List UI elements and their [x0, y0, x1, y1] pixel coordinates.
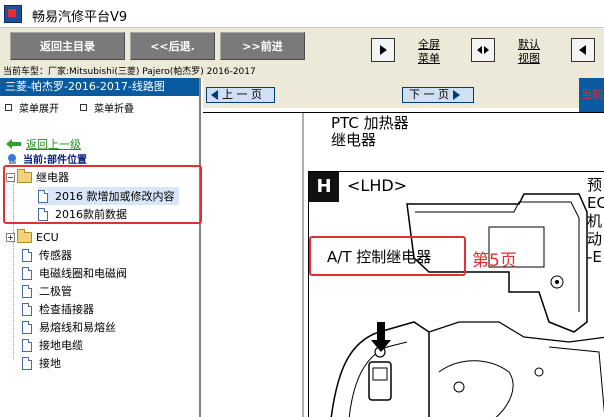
green-back-arrow-icon — [6, 139, 21, 149]
document-icon — [22, 284, 32, 298]
current-location-label: 当前:部件位置 — [23, 155, 87, 166]
tree-node-check-connectors[interactable]: 检查插接器 — [22, 300, 94, 318]
expand-plus-icon[interactable]: + — [6, 232, 15, 242]
fullscreen-toggle-button[interactable] — [371, 38, 395, 62]
component-location-figure: H <LHD> 预 EC 机 动 -E A/T 控制继电器 第5页 — [308, 171, 604, 417]
previous-page-label: 上 一 页 — [222, 88, 262, 101]
menu-expand-button[interactable]: 菜单展开 — [5, 100, 59, 115]
tree-node-ecu[interactable]: + ECU — [6, 228, 59, 246]
next-page-button[interactable]: 下 一 页 — [402, 87, 474, 103]
back-button[interactable]: <<后退. — [130, 32, 215, 60]
menu-expand-label: 菜单展开 — [19, 104, 59, 115]
menu-collapse-label: 菜单折叠 — [94, 104, 134, 115]
tree-node-label: 检查插接器 — [39, 303, 94, 316]
collapse-square-icon — [80, 104, 87, 111]
forward-button[interactable]: >>前进 — [220, 32, 305, 60]
previous-page-button[interactable]: 上 一 页 — [206, 87, 275, 103]
default-view-link-line1: 默认 — [518, 38, 540, 51]
document-viewer: 上 一 页 下 一 页 当前 PTC 加热器 继电器 H <LHD> 预 E 机… — [203, 78, 604, 417]
tree-node-label: 接地 — [39, 357, 61, 370]
arrow-left-box-icon — [579, 45, 586, 55]
current-location: 当前:部件位置 — [6, 151, 87, 166]
document-icon — [22, 320, 32, 334]
arrow-right-box-icon — [380, 45, 387, 55]
tree-node-label: 易熔线和易熔丝 — [39, 321, 116, 334]
triangle-left-icon — [211, 90, 218, 100]
document-icon — [22, 266, 32, 280]
title-bar: 畅易汽修平台V9 — [0, 0, 604, 28]
location-icon — [8, 153, 16, 164]
tree-node-fusible-links[interactable]: 易熔线和易熔丝 — [22, 318, 116, 336]
next-page-label: 下 一 页 — [409, 88, 449, 101]
page-navigation-bar: 上 一 页 下 一 页 当前 — [203, 78, 604, 112]
fullscreen-link-line2: 菜单 — [418, 52, 440, 65]
lhd-label: <LHD> — [347, 176, 408, 195]
fullscreen-menu-link[interactable]: 全屏 菜单 — [418, 38, 440, 66]
app-logo-icon — [4, 5, 22, 23]
default-view-link[interactable]: 默认 视图 — [518, 38, 540, 66]
left-navigation-panel: 三菱-帕杰罗-2016-2017-线路图 菜单展开 菜单折叠 返回上一级 当前:… — [0, 78, 201, 417]
default-view-link-line2: 视图 — [518, 52, 540, 65]
tree-node-label: 接地电缆 — [39, 339, 83, 352]
folder-icon — [17, 228, 32, 243]
menu-operations: 菜单展开 菜单折叠 — [5, 100, 195, 116]
document-page: PTC 加热器 继电器 H <LHD> 预 E 机 动 -E A/T 控制继电器… — [203, 112, 604, 417]
double-arrow-icon — [477, 46, 489, 54]
tree-node-diodes[interactable]: 二极管 — [22, 282, 72, 300]
back-one-level-link[interactable]: 返回上一级 — [6, 136, 81, 152]
back-one-level-label: 返回上一级 — [26, 138, 81, 151]
model-header: 三菱-帕杰罗-2016-2017-线路图 — [0, 78, 199, 96]
triangle-right-icon — [453, 90, 460, 100]
tree-node-label: 电磁线圈和电磁阀 — [39, 267, 127, 280]
home-button[interactable]: 返回主目录 — [10, 32, 125, 60]
tree-node-ground[interactable]: 接地 — [22, 354, 61, 372]
ptc-heater-relay-caption: PTC 加热器 继电器 — [331, 115, 409, 149]
engine-bay-drawing — [330, 193, 604, 417]
default-view-toggle-button[interactable] — [471, 38, 495, 62]
document-icon — [22, 248, 32, 262]
ptc-caption-line1: PTC 加热器 — [331, 114, 409, 132]
page-number-annotation: 第5页 — [472, 251, 517, 271]
document-icon — [22, 302, 32, 316]
current-page-indicator: 当前 — [579, 78, 604, 112]
expand-square-icon — [5, 104, 12, 111]
window-title: 畅易汽修平台V9 — [32, 10, 128, 25]
document-icon — [22, 356, 32, 370]
toolbar: 返回主目录 <<后退. >>前进 全屏 菜单 默认 视图 — [0, 28, 604, 66]
fullscreen-link-line1: 全屏 — [418, 38, 440, 51]
section-letter-badge: H — [309, 172, 339, 202]
tree-node-label: ECU — [36, 230, 59, 244]
relay-highlight-box — [3, 165, 202, 224]
menu-collapse-button[interactable]: 菜单折叠 — [80, 100, 134, 115]
ptc-caption-line2: 继电器 — [331, 131, 377, 149]
document-icon — [22, 338, 32, 352]
tree-node-sensors[interactable]: 传感器 — [22, 246, 72, 264]
document-sheet: PTC 加热器 继电器 H <LHD> 预 E 机 动 -E A/T 控制继电器… — [302, 113, 604, 417]
panel-toggle-button[interactable] — [571, 38, 595, 62]
tree-node-solenoids[interactable]: 电磁线圈和电磁阀 — [22, 264, 127, 282]
tree-node-label: 二极管 — [39, 285, 72, 298]
current-vehicle-label: 当前车型：厂家:Mitsubishi(三菱) Pajero(帕杰罗) 2016-… — [0, 66, 604, 78]
tree-node-ground-cables[interactable]: 接地电缆 — [22, 336, 83, 354]
at-control-relay-label: A/T 控制继电器 — [327, 248, 432, 266]
side-text-partial: 预 EC 机 动 -E — [587, 176, 604, 266]
tree-node-label: 传感器 — [39, 249, 72, 262]
